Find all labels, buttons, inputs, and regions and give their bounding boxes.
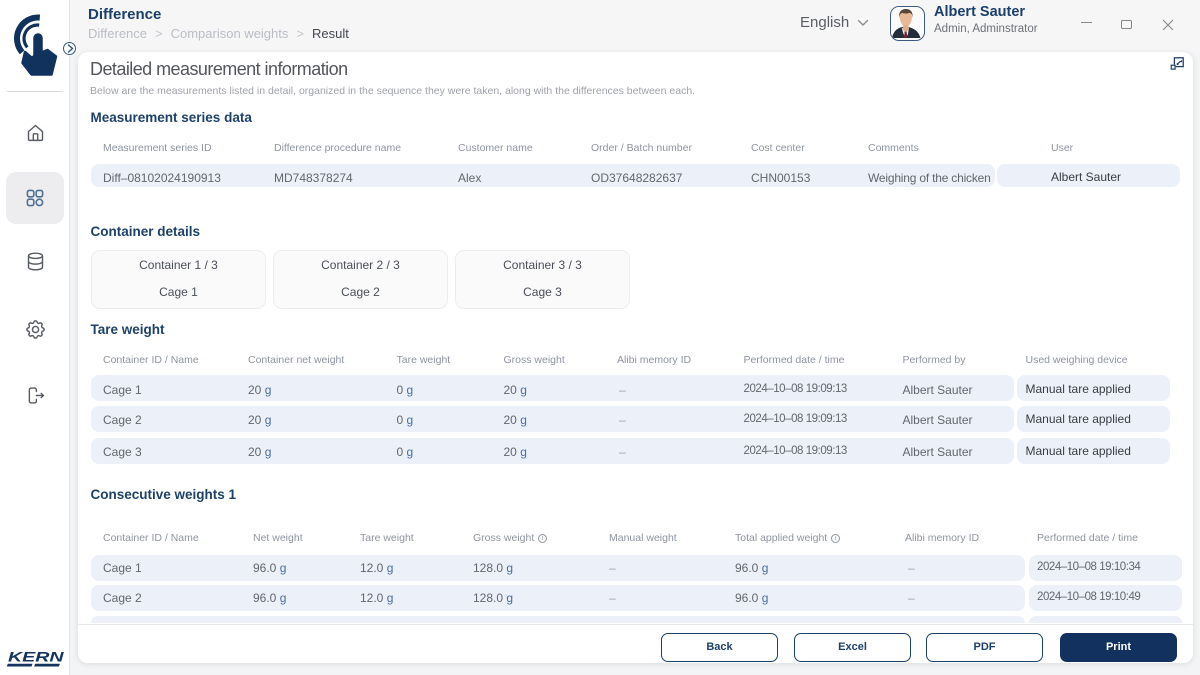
svg-text:KERN: KERN <box>8 649 65 665</box>
